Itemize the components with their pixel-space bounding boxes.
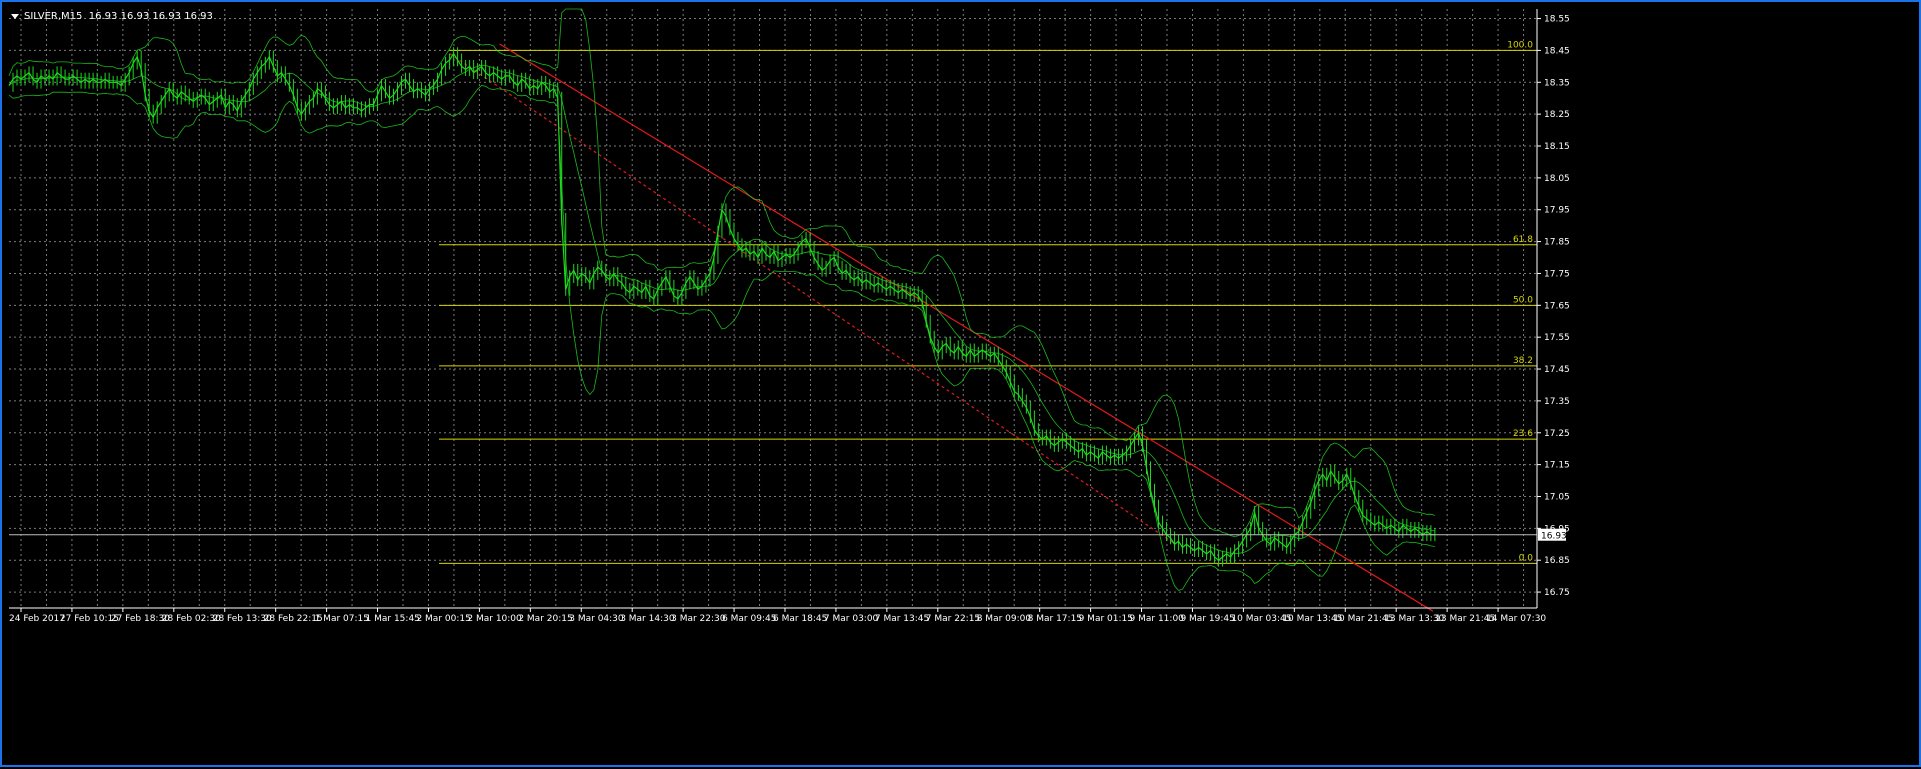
y-tick-label: 17.85 bbox=[1544, 238, 1570, 248]
chevron-down-icon[interactable] bbox=[11, 13, 19, 19]
y-tick-label: 18.15 bbox=[1544, 142, 1570, 152]
x-tick-label: 9 Mar 11:00 bbox=[1130, 614, 1185, 624]
x-tick-label: 6 Mar 18:45 bbox=[773, 614, 827, 624]
bollinger-bands bbox=[8, 8, 1436, 591]
x-tick-label: 8 Mar 09:00 bbox=[977, 614, 1032, 624]
x-tick-label: 2 Mar 20:15 bbox=[518, 614, 572, 624]
y-tick-label: 17.05 bbox=[1544, 492, 1570, 502]
time-axis: 24 Feb 201727 Feb 10:1527 Feb 18:3028 Fe… bbox=[9, 607, 1546, 624]
y-tick-label: 18.45 bbox=[1544, 46, 1570, 56]
y-tick-label: 17.35 bbox=[1544, 397, 1570, 407]
y-tick-label: 17.65 bbox=[1544, 301, 1570, 311]
x-tick-label: 3 Mar 22:30 bbox=[671, 614, 726, 624]
ohlc-values: 16.93 16.93 16.93 16.93 bbox=[88, 11, 213, 22]
y-tick-label: 18.55 bbox=[1544, 15, 1570, 25]
y-tick-label: 18.25 bbox=[1544, 110, 1570, 120]
fib-level-label: 23.6 bbox=[1513, 429, 1533, 439]
price-axis: 18.55 18.45 18.35 18.25 18.15 18.05 17.95 17.85… bbox=[1536, 9, 1570, 608]
fib-level-label: 61.8 bbox=[1513, 235, 1533, 245]
y-tick-label: 17.15 bbox=[1544, 461, 1570, 471]
x-tick-label: 7 Mar 22:15 bbox=[926, 614, 980, 624]
x-tick-label: 8 Mar 17:15 bbox=[1028, 614, 1082, 624]
x-tick-label: 3 Mar 14:30 bbox=[620, 614, 675, 624]
x-tick-label: 2 Mar 00:15 bbox=[416, 614, 470, 624]
x-tick-label: 7 Mar 13:45 bbox=[875, 614, 929, 624]
y-tick-label: 17.25 bbox=[1544, 429, 1570, 439]
fib-level-label: 0.0 bbox=[1519, 553, 1534, 563]
y-tick-label: 17.75 bbox=[1544, 269, 1570, 279]
trendline-solid bbox=[499, 43, 1434, 612]
x-tick-label: 2 Mar 10:00 bbox=[467, 614, 522, 624]
y-tick-label: 17.45 bbox=[1544, 365, 1570, 375]
y-tick-label: 16.95 bbox=[1544, 524, 1570, 534]
current-price-line: 16.93 bbox=[9, 528, 1567, 542]
x-tick-label: 7 Mar 03:00 bbox=[824, 614, 879, 624]
price-chart[interactable]: 100.0 61.8 50.0 38.2 23.6 0.0 16.93 18.55 18.4… bbox=[2, 2, 1921, 769]
y-tick-label: 16.75 bbox=[1544, 588, 1570, 598]
chart-grid bbox=[9, 9, 1537, 608]
bollinger-middle bbox=[8, 64, 1435, 554]
bollinger-upper bbox=[8, 8, 1436, 538]
x-tick-label: 14 Mar 07:30 bbox=[1486, 614, 1546, 624]
x-tick-label: 3 Mar 04:30 bbox=[569, 614, 624, 624]
fib-level-label: 100.0 bbox=[1507, 40, 1533, 50]
price-line bbox=[8, 52, 1435, 561]
fib-level-label: 50.0 bbox=[1513, 295, 1533, 305]
y-tick-label: 18.05 bbox=[1544, 174, 1570, 184]
bollinger-lower bbox=[8, 84, 1435, 591]
x-tick-label: 1 Mar 07:15 bbox=[315, 614, 369, 624]
chart-window[interactable]: 100.0 61.8 50.0 38.2 23.6 0.0 16.93 18.55 18.4… bbox=[0, 0, 1921, 767]
chart-header: SILVER,M15 16.93 16.93 16.93 16.93 bbox=[11, 11, 213, 22]
y-tick-label: 16.85 bbox=[1544, 556, 1570, 566]
price-series bbox=[8, 47, 1436, 567]
y-tick-label: 17.95 bbox=[1544, 206, 1570, 216]
x-tick-label: 24 Feb 2017 bbox=[9, 614, 65, 624]
y-tick-label: 18.35 bbox=[1544, 78, 1570, 88]
x-tick-label: 9 Mar 19:45 bbox=[1180, 614, 1234, 624]
fibonacci-retracement: 100.0 61.8 50.0 38.2 23.6 0.0 bbox=[439, 40, 1537, 564]
symbol-label: SILVER,M15 bbox=[24, 11, 83, 22]
x-tick-label: 1 Mar 15:45 bbox=[366, 614, 420, 624]
x-tick-label: 9 Mar 01:15 bbox=[1079, 614, 1133, 624]
x-tick-label: 6 Mar 09:45 bbox=[722, 614, 776, 624]
y-tick-label: 17.55 bbox=[1544, 333, 1570, 343]
fib-level-label: 38.2 bbox=[1513, 356, 1533, 366]
